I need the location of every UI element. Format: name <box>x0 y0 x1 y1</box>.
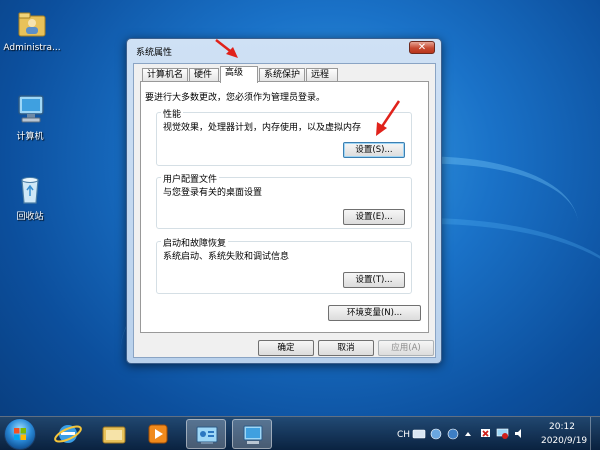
apply-button[interactable]: 应用(A) <box>378 340 434 356</box>
desktop-icon-recycle-bin[interactable]: 回收站 <box>0 172 60 222</box>
user-profiles-settings-button[interactable]: 设置(E)... <box>343 209 405 225</box>
taskbar-system-properties[interactable] <box>232 419 272 449</box>
tab-computer-name[interactable]: 计算机名 <box>142 68 188 82</box>
group-title: 启动和故障恢复 <box>161 236 229 249</box>
group-title: 性能 <box>161 107 184 120</box>
group-title: 用户配置文件 <box>161 172 220 185</box>
clock-date[interactable]: 2020/9/19 <box>541 436 587 446</box>
environment-variables-button[interactable]: 环境变量(N)... <box>328 305 421 321</box>
clock-time[interactable]: 20:12 <box>549 422 575 432</box>
startup-recovery-group: 启动和故障恢复 系统启动、系统失败和调试信息 设置(T)... <box>156 236 412 294</box>
tab-remote[interactable]: 远程 <box>306 68 338 82</box>
desktop-icon-label: Administra... <box>3 43 61 53</box>
annotation-arrow-icon <box>376 100 401 136</box>
group-description: 与您登录有关的桌面设置 <box>163 188 263 198</box>
desktop-icon-label: 回收站 <box>16 212 44 222</box>
desktop-icon-computer[interactable]: 计算机 <box>0 92 60 142</box>
help-icon[interactable] <box>447 428 459 440</box>
volume-icon[interactable] <box>513 427 526 440</box>
tab-system-protection[interactable]: 系统保护 <box>259 68 305 82</box>
show-desktop-button[interactable] <box>590 417 600 450</box>
taskbar-internet-explorer[interactable] <box>48 419 88 449</box>
ok-button[interactable]: 确定 <box>258 340 314 356</box>
annotation-arrow-icon <box>215 39 238 58</box>
control-panel-icon <box>196 426 218 444</box>
keyboard-icon[interactable] <box>412 428 426 440</box>
user-profiles-group: 用户配置文件 与您登录有关的桌面设置 设置(E)... <box>156 172 412 229</box>
group-description: 视觉效果，处理器计划，内存使用，以及虚拟内存 <box>163 123 362 133</box>
language-indicator[interactable]: CH <box>397 430 410 440</box>
internet-explorer-icon <box>54 425 82 443</box>
taskbar-media-player[interactable] <box>138 419 178 449</box>
cancel-button[interactable]: 取消 <box>318 340 374 356</box>
folder-icon <box>102 426 126 444</box>
dialog-title: 系统属性 <box>136 48 173 58</box>
windows-logo-icon <box>14 428 26 440</box>
startup-recovery-settings-button[interactable]: 设置(T)... <box>343 272 405 288</box>
dialog-titlebar[interactable]: 系统属性 ✕ <box>127 39 441 59</box>
start-button[interactable] <box>4 418 36 450</box>
admin-notice: 要进行大多数更改，您必须作为管理员登录。 <box>145 93 326 103</box>
performance-settings-button[interactable]: 设置(S)... <box>343 142 405 158</box>
tab-hardware[interactable]: 硬件 <box>189 68 219 82</box>
media-player-icon <box>148 424 168 444</box>
show-hidden-icons-icon[interactable] <box>463 428 473 440</box>
user-folder-icon <box>15 6 49 40</box>
group-description: 系统启动、系统失败和调试信息 <box>163 252 290 262</box>
computer-icon <box>243 425 263 444</box>
ime-icon[interactable] <box>430 428 442 440</box>
taskbar-control-panel[interactable] <box>186 419 226 449</box>
network-icon[interactable] <box>496 427 509 440</box>
computer-icon <box>13 92 47 126</box>
desktop-icon-label: 计算机 <box>16 132 44 142</box>
recycle-bin-icon <box>13 172 47 206</box>
system-properties-dialog: 系统属性 ✕ 计算机名 硬件 高级 系统保护 远程 要进行大多数更改，您必须作为… <box>126 38 442 364</box>
desktop-icon-user-folder[interactable]: Administra... <box>2 6 62 53</box>
taskbar-explorer[interactable] <box>94 419 134 449</box>
tab-advanced[interactable]: 高级 <box>220 66 258 83</box>
action-center-flag-icon[interactable] <box>479 427 492 440</box>
taskbar: CH 20:12 2020/9/19 <box>0 416 600 450</box>
close-button[interactable]: ✕ <box>409 41 435 54</box>
